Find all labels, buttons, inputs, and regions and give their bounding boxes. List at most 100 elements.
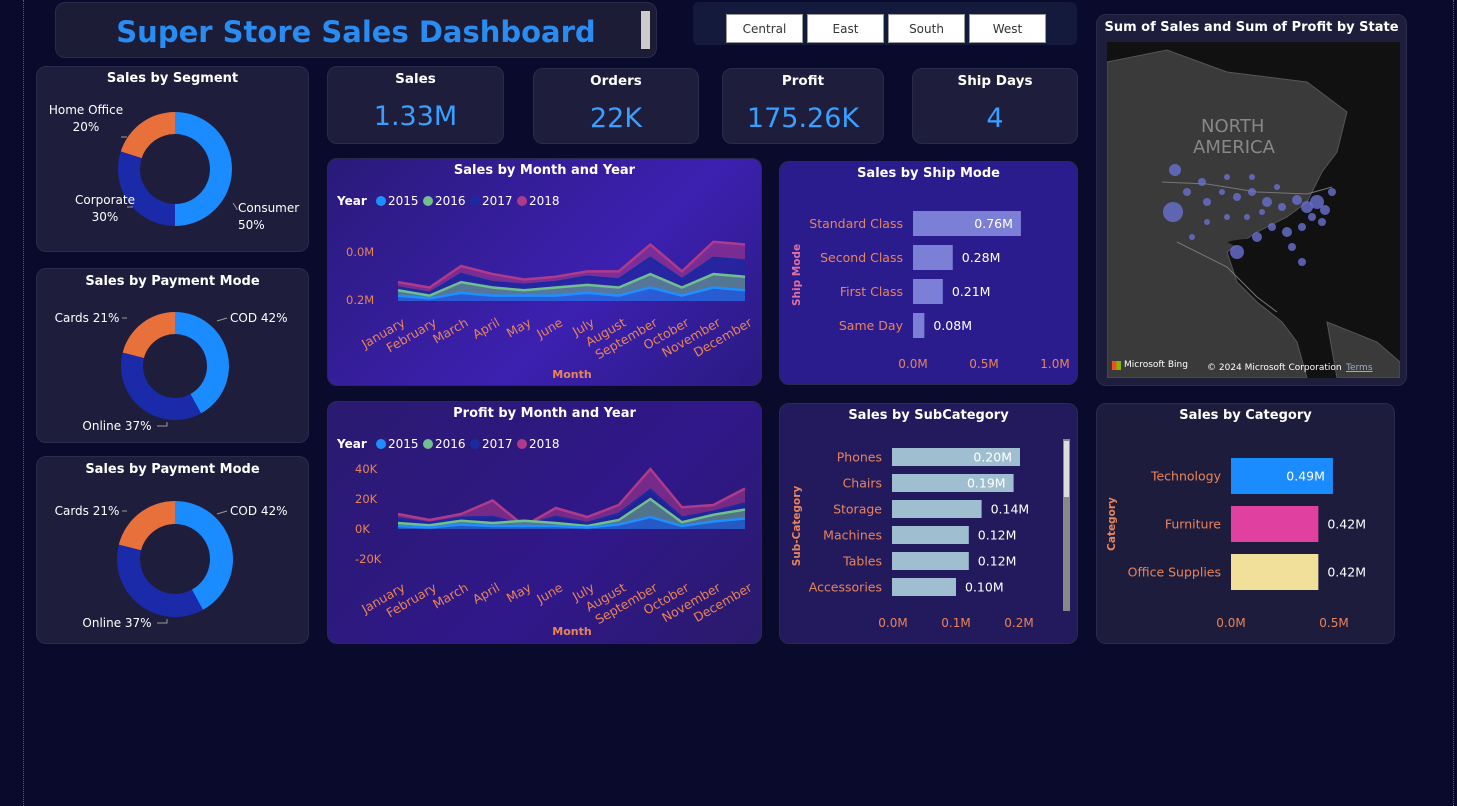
legend-title: Year	[336, 194, 367, 208]
bar-same-day[interactable]	[913, 313, 925, 338]
bar-second-class[interactable]	[913, 245, 953, 270]
kpi-sales: Sales 1.33M	[327, 66, 504, 144]
subcategory-scroll-thumb[interactable]	[1064, 441, 1069, 497]
legend-title: Year	[336, 437, 367, 451]
donut-slice-online[interactable]	[116, 544, 203, 617]
category-label-office-supplies: Office Supplies	[1128, 565, 1221, 580]
donut-slice-online[interactable]	[121, 352, 202, 420]
donut-label: Corporate	[75, 193, 135, 207]
leader-line	[157, 619, 168, 624]
bar-first-class[interactable]	[913, 279, 943, 304]
scrollbar-handle[interactable]	[641, 11, 650, 49]
legend-label-2015[interactable]: 2015	[388, 194, 419, 208]
bar-office-supplies[interactable]	[1231, 554, 1319, 590]
data-label: 0.42M	[1327, 517, 1366, 532]
subcategory-chart: Sub-Category Phones 0.20M Chairs 0.19M Storag…	[791, 448, 1034, 630]
legend-marker-2016[interactable]	[423, 196, 433, 206]
legend-marker-2016[interactable]	[423, 439, 433, 449]
payment-card-2: Sales by Payment Mode COD 42% Online 37% C…	[36, 456, 309, 644]
x-tick: 1.0M	[1040, 357, 1069, 371]
bar-storage[interactable]	[892, 500, 982, 518]
data-label: 0.12M	[978, 528, 1017, 543]
kpi-orders-label: Orders	[590, 73, 642, 89]
donut-label: Consumer	[238, 201, 299, 215]
donut-slice-cards[interactable]	[122, 312, 175, 359]
map-area[interactable]: NORTH AMERICA Microsoft Bing © 2024 Micr…	[1107, 42, 1400, 378]
data-label: 0.42M	[1327, 565, 1366, 580]
y-tick: 0K	[355, 522, 370, 536]
category-label-machines: Machines	[823, 528, 882, 543]
x-tick-may: May	[504, 314, 534, 340]
page-title: Super Store Sales Dashboard	[116, 15, 596, 49]
x-tick: 0.0M	[878, 616, 907, 630]
bar-accessories[interactable]	[892, 578, 956, 596]
category-label-chairs: Chairs	[843, 476, 882, 491]
category-label-tables: Tables	[842, 554, 882, 569]
data-label: 0.08M	[933, 318, 972, 333]
legend-label-2015[interactable]: 2015	[388, 437, 419, 451]
category-label-phones: Phones	[837, 450, 882, 465]
category-card: Sales by Category Category Technology 0.49…	[1096, 403, 1395, 644]
leader-line	[216, 317, 228, 322]
filter-west[interactable]: West	[969, 14, 1046, 43]
legend-label-2016[interactable]: 2016	[435, 194, 466, 208]
kpi-ship-days: Ship Days 4	[912, 68, 1078, 144]
y-tick: 0.2M	[346, 293, 374, 307]
filter-central[interactable]: Central	[726, 14, 803, 43]
bar-furniture[interactable]	[1231, 506, 1319, 542]
donut-slice-corporate[interactable]	[118, 151, 175, 226]
legend-label-2017[interactable]: 2017	[482, 194, 513, 208]
y-axis-title: Sub-Category	[791, 486, 803, 567]
kpi-profit-label: Profit	[781, 73, 825, 89]
legend-label-2018[interactable]: 2018	[529, 437, 560, 451]
region-filter: Central East South West	[693, 2, 1077, 45]
legend-marker-2018[interactable]	[517, 196, 527, 206]
legend-label-2016[interactable]: 2016	[435, 437, 466, 451]
donut-label: Cards 21%	[55, 311, 120, 325]
kpi-ship-days-label: Ship Days	[957, 73, 1033, 89]
x-tick-april: April	[470, 580, 502, 607]
donut-slice-home-office[interactable]	[120, 112, 175, 159]
subcategory-scrollbar[interactable]	[1063, 439, 1070, 611]
legend-marker-2017[interactable]	[470, 196, 480, 206]
donut-label: 30%	[92, 210, 119, 224]
legend-label-2017[interactable]: 2017	[482, 437, 513, 451]
microsoft-logo-icon	[1112, 360, 1121, 370]
legend-marker-2017[interactable]	[470, 439, 480, 449]
legend-marker-2015[interactable]	[376, 439, 386, 449]
filter-east[interactable]: East	[807, 14, 884, 43]
y-axis-title: Category	[1106, 497, 1118, 551]
donut-label: Cards 21%	[55, 504, 120, 518]
legend-marker-2015[interactable]	[376, 196, 386, 206]
donut-label: COD 42%	[230, 311, 288, 325]
kpi-ship-days-value: 4	[986, 103, 1004, 134]
data-label: 0.28M	[962, 250, 1001, 265]
north-america-map	[1107, 49, 1400, 378]
category-label-same-day: Same Day	[839, 318, 904, 333]
x-tick: 0.0M	[1216, 616, 1245, 630]
donut-slice-cards[interactable]	[118, 501, 175, 551]
sales-month-chart: Year 2015 2016 2017 20180.0M0.2MJanuaryFebru…	[336, 194, 755, 381]
bar-machines[interactable]	[892, 526, 969, 544]
kpi-orders-value: 22K	[589, 103, 643, 134]
legend-label-2018[interactable]: 2018	[529, 194, 560, 208]
leader-line	[216, 510, 228, 515]
ship-mode-card: Sales by Ship Mode Ship Mode Standard Cla…	[779, 161, 1078, 385]
bar-tables[interactable]	[892, 552, 969, 570]
x-tick: 0.1M	[941, 616, 970, 630]
donut-label: Online 37%	[82, 419, 151, 433]
x-tick: 0.5M	[1319, 616, 1348, 630]
legend-marker-2018[interactable]	[517, 439, 527, 449]
donut-label: 50%	[238, 218, 265, 232]
leader-line	[232, 202, 238, 210]
profit-month-card: Profit by Month and Year Year 2015 2016 201…	[327, 401, 762, 644]
filter-south[interactable]: South	[888, 14, 965, 43]
donut-slice-consumer[interactable]	[175, 112, 232, 226]
data-label: 0.14M	[991, 502, 1030, 517]
data-label: 0.20M	[973, 450, 1012, 465]
y-tick: 0.0M	[346, 245, 374, 259]
data-label: 0.19M	[967, 476, 1006, 491]
donut-label: Home Office	[49, 103, 123, 117]
category-label-furniture: Furniture	[1165, 517, 1221, 532]
map-terms-link[interactable]: Terms	[1346, 363, 1373, 373]
